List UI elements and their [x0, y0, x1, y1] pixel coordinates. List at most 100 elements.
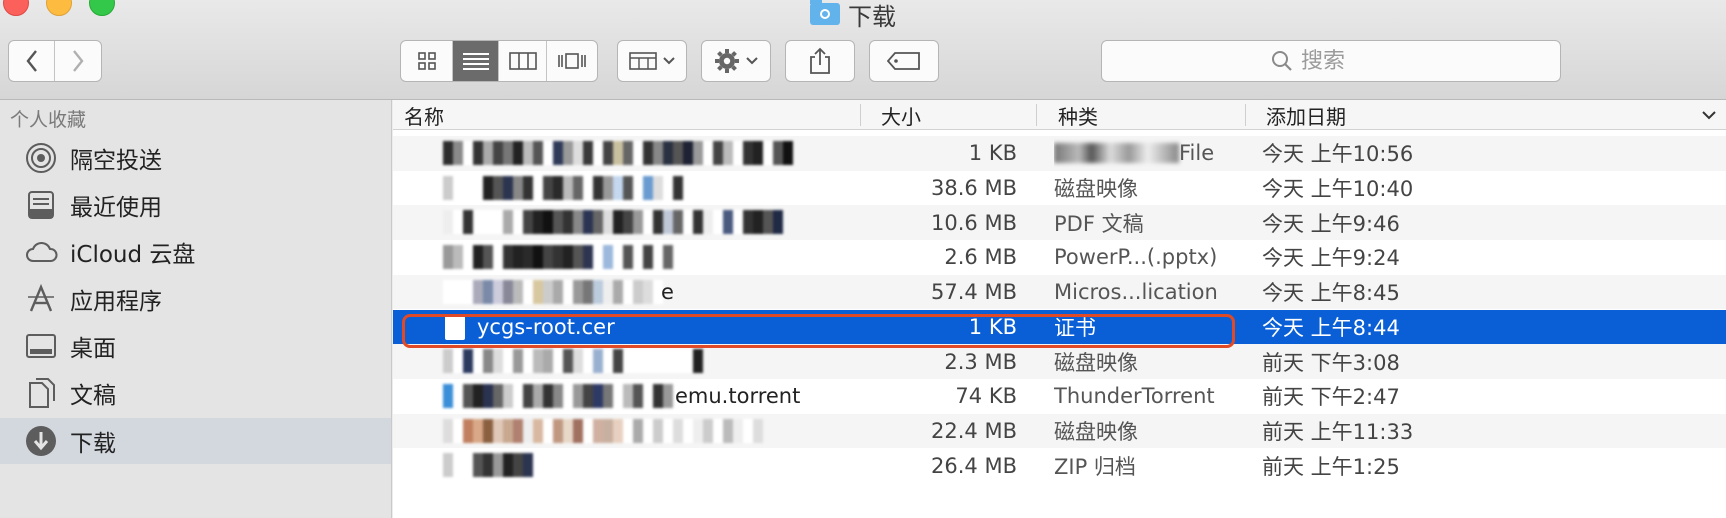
share-button[interactable] — [786, 41, 854, 81]
sidebar-item-label: 最近使用 — [70, 195, 162, 221]
zoom-window-button[interactable] — [89, 0, 115, 16]
downloads-folder-icon — [810, 0, 840, 25]
file-name-obscured — [443, 279, 663, 304]
file-size: 74 KB — [955, 384, 1017, 409]
sidebar-item-desktop[interactable]: 桌面 — [0, 323, 391, 369]
sidebar-item-label: 桌面 — [70, 336, 116, 362]
file-size: 1 KB — [968, 141, 1017, 166]
file-date: 今天 上午8:44 — [1262, 315, 1400, 340]
file-kind: ThunderTorrent — [1054, 384, 1215, 409]
file-date: 前天 上午1:25 — [1262, 454, 1400, 479]
table-row[interactable]: 1 KB File 今天 上午10:56 — [393, 136, 1726, 171]
table-row[interactable]: 26.4 MB ZIP 归档 前天 上午1:25 — [393, 448, 1726, 483]
back-button[interactable] — [9, 41, 55, 81]
table-row-selected[interactable]: ycgs-root.cer 1 KB 证书 今天 上午8:44 — [393, 309, 1726, 345]
file-date: 前天 上午11:33 — [1262, 419, 1414, 444]
sidebar-item-label: 下载 — [70, 431, 116, 457]
window-title-text: 下载 — [848, 2, 896, 31]
gear-icon — [715, 49, 739, 73]
window-title: 下载 — [810, 0, 896, 31]
file-kind: Micros...lication — [1054, 280, 1218, 305]
sidebar-item-recents[interactable]: 最近使用 — [0, 182, 391, 228]
tag-icon — [887, 52, 920, 70]
navigation-buttons — [8, 40, 102, 82]
column-header-size[interactable]: 大小 — [881, 100, 921, 130]
file-name-obscured — [443, 349, 703, 374]
sidebar-item-applications[interactable]: 应用程序 — [0, 276, 391, 322]
column-view-button[interactable] — [499, 41, 547, 81]
sidebar-section-favorites: 个人收藏 — [10, 109, 87, 131]
search-icon — [1272, 51, 1292, 71]
table-row[interactable]: 38.6 MB 磁盘映像 今天 上午10:40 — [393, 171, 1726, 206]
file-list: 名称 大小 种类 添加日期 1 KB File 今天 上午10:56 38.6 … — [393, 100, 1726, 518]
file-name-obscured — [443, 141, 793, 165]
close-window-button[interactable] — [3, 0, 29, 16]
icon-view-button[interactable] — [401, 41, 453, 81]
list-icon — [462, 53, 489, 70]
file-kind: 证书 — [1054, 315, 1096, 340]
sidebar-item-downloads[interactable]: 下载 — [0, 418, 391, 464]
file-size: 2.6 MB — [944, 245, 1017, 270]
column-header-name[interactable]: 名称 — [404, 100, 444, 130]
table-row[interactable]: 22.4 MB 磁盘映像 前天 上午11:33 — [393, 413, 1726, 449]
file-name-obscured — [443, 245, 673, 270]
share-group — [785, 40, 855, 82]
cover-flow-icon — [558, 53, 586, 69]
sidebar-item-documents[interactable]: 文稿 — [0, 370, 391, 416]
file-date: 今天 上午10:56 — [1262, 142, 1414, 167]
column-separator[interactable] — [1036, 104, 1037, 126]
search-field[interactable] — [1101, 40, 1561, 82]
table-row[interactable]: emu.torrent 74 KB ThunderTorrent 前天 下午2:… — [393, 379, 1726, 414]
file-kind: 磁盘映像 — [1054, 419, 1138, 444]
file-size: 57.4 MB — [931, 280, 1017, 305]
column-separator[interactable] — [1245, 104, 1246, 126]
arrange-button[interactable] — [618, 41, 686, 81]
tags-group — [869, 40, 939, 82]
search-input[interactable] — [1301, 48, 1391, 74]
sort-direction-button[interactable] — [1702, 100, 1716, 130]
forward-button[interactable] — [55, 41, 101, 81]
file-kind-text: File — [1179, 141, 1215, 166]
chevron-right-icon — [73, 50, 84, 72]
chevron-down-icon — [1702, 110, 1716, 119]
file-name-obscured — [443, 453, 533, 478]
sidebar-item-label: 文稿 — [70, 383, 116, 409]
file-date: 今天 上午9:46 — [1262, 211, 1400, 236]
sidebar-item-label: 应用程序 — [70, 289, 162, 315]
table-row[interactable]: e 57.4 MB Micros...lication 今天 上午8:45 — [393, 274, 1726, 310]
action-button[interactable] — [702, 41, 770, 81]
view-mode-group — [400, 40, 598, 82]
file-date: 前天 下午2:47 — [1262, 385, 1400, 410]
table-row[interactable]: 2.6 MB PowerP...(.pptx) 今天 上午9:24 — [393, 240, 1726, 275]
column-header: 名称 大小 种类 添加日期 — [393, 100, 1726, 130]
sidebar-item-label: iCloud 云盘 — [70, 242, 196, 268]
column-separator[interactable] — [860, 104, 861, 126]
file-date: 前天 下午3:08 — [1262, 350, 1400, 375]
file-date: 今天 上午8:45 — [1262, 281, 1400, 306]
file-kind: ZIP 归档 — [1054, 454, 1136, 479]
tags-button[interactable] — [870, 41, 938, 81]
file-size: 10.6 MB — [931, 210, 1017, 235]
sidebar-item-airdrop[interactable]: 隔空投送 — [0, 135, 391, 181]
file-name: ycgs-root.cer — [477, 314, 615, 339]
file-date: 今天 上午10:40 — [1262, 177, 1414, 202]
cover-flow-view-button[interactable] — [547, 41, 597, 81]
column-header-date[interactable]: 添加日期 — [1266, 100, 1346, 130]
documents-icon — [24, 376, 58, 410]
sidebar-item-label: 隔空投送 — [70, 148, 162, 174]
column-header-kind[interactable]: 种类 — [1058, 100, 1098, 130]
document-icon — [445, 314, 465, 340]
chevron-down-icon — [663, 57, 675, 65]
desktop-icon — [24, 329, 58, 363]
file-name-obscured — [443, 418, 763, 443]
minimize-window-button[interactable] — [46, 0, 72, 16]
sidebar-item-icloud[interactable]: iCloud 云盘 — [0, 229, 391, 275]
list-view-button[interactable] — [453, 41, 499, 81]
file-name-suffix: e — [661, 280, 674, 305]
file-size: 26.4 MB — [931, 453, 1017, 478]
file-kind: File — [1054, 136, 1254, 171]
file-name-obscured — [443, 175, 683, 200]
table-row[interactable]: 2.3 MB 磁盘映像 前天 下午3:08 — [393, 344, 1726, 379]
file-size: 22.4 MB — [931, 418, 1017, 443]
table-row[interactable]: 10.6 MB PDF 文稿 今天 上午9:46 — [393, 205, 1726, 241]
